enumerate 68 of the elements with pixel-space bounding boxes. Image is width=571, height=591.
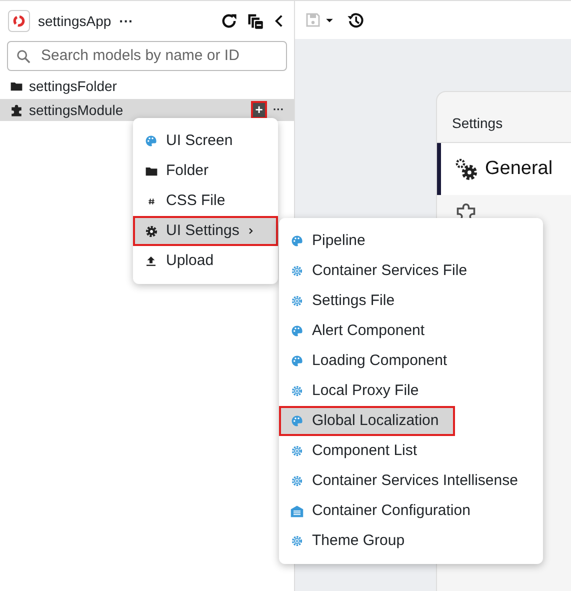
menu-label: Folder xyxy=(166,160,209,181)
menu-label: Settings File xyxy=(312,290,395,311)
gear-icon xyxy=(291,535,303,547)
menu-label: Local Proxy File xyxy=(312,380,419,401)
menu-label: Component List xyxy=(312,440,418,461)
menu-item[interactable]: Component List xyxy=(279,436,543,466)
chevron-right-icon xyxy=(247,226,256,236)
collapse-all-icon xyxy=(246,12,264,30)
palette-icon xyxy=(291,355,303,367)
menu-label: Global Localization xyxy=(312,410,439,431)
menu-item[interactable]: Container Services File xyxy=(279,256,543,286)
menu-item[interactable]: Global Localization xyxy=(279,406,455,436)
menu-item[interactable]: Alert Component xyxy=(279,316,543,346)
gear-icon xyxy=(291,265,303,277)
menu-item[interactable]: Loading Component xyxy=(279,346,543,376)
search-field[interactable]: Search models by name or ID xyxy=(7,41,287,71)
menu-item[interactable]: Upload xyxy=(133,246,278,276)
tree-label: settingsFolder xyxy=(29,76,117,96)
menu-label: Upload xyxy=(166,250,214,271)
menu-item[interactable]: UI Screen xyxy=(133,126,278,156)
palette-icon xyxy=(145,135,157,147)
more-button[interactable]: ··· xyxy=(119,10,134,32)
menu-item[interactable]: Container Configuration xyxy=(279,496,543,526)
menu-item[interactable]: Local Proxy File xyxy=(279,376,543,406)
menu-label: Container Services File xyxy=(312,260,468,281)
settings-nav-item[interactable]: General xyxy=(437,143,571,195)
menu-label: Theme Group xyxy=(312,530,405,551)
menu-label: Container Configuration xyxy=(312,500,470,521)
gear-icon xyxy=(291,445,303,457)
gear-icon xyxy=(291,385,303,397)
folder-icon xyxy=(144,164,158,178)
refresh-icon xyxy=(220,12,238,30)
menu-label: Loading Component xyxy=(312,350,448,371)
menu-item[interactable]: Pipeline xyxy=(279,226,543,256)
app-title: settingsApp xyxy=(38,12,112,31)
menu-label: CSS File xyxy=(166,190,226,211)
logo-icon xyxy=(12,14,26,28)
menu-item[interactable]: UI Settings xyxy=(133,216,278,246)
tree-item[interactable]: settingsFolder xyxy=(0,75,294,97)
history-icon xyxy=(346,11,364,29)
settings-nav-label: General xyxy=(485,156,553,181)
more-button[interactable]: ··· xyxy=(273,102,284,118)
palette-icon xyxy=(291,325,303,337)
palette-icon xyxy=(291,415,303,427)
menu-item[interactable]: CSS File xyxy=(133,186,278,216)
menu-item[interactable]: Container Services Intellisense xyxy=(279,466,543,496)
gear-icon xyxy=(291,295,303,307)
add-button[interactable]: + xyxy=(251,101,267,119)
menu-label: Container Services Intellisense xyxy=(312,470,518,491)
menu-label: UI Settings xyxy=(166,220,240,241)
menu-item[interactable]: Folder xyxy=(133,156,278,186)
puzzle-icon xyxy=(10,104,23,116)
tree-label: settingsModule xyxy=(29,100,124,120)
upload-icon xyxy=(145,255,157,267)
menu-item[interactable]: Theme Group xyxy=(279,526,543,556)
search-icon xyxy=(16,48,31,64)
palette-icon xyxy=(291,235,303,247)
hash-icon xyxy=(146,196,156,206)
menu-label: Alert Component xyxy=(312,320,425,341)
gear-icon xyxy=(291,475,303,487)
gear-icon xyxy=(144,224,158,238)
menu-item[interactable]: Settings File xyxy=(279,286,543,316)
tree-item[interactable]: settingsModule + ··· xyxy=(0,99,294,121)
container-icon xyxy=(290,504,304,518)
menu-label: UI Screen xyxy=(166,130,233,151)
menu-label: Pipeline xyxy=(312,230,366,251)
folder-icon xyxy=(10,80,23,92)
gears-icon xyxy=(455,158,477,180)
